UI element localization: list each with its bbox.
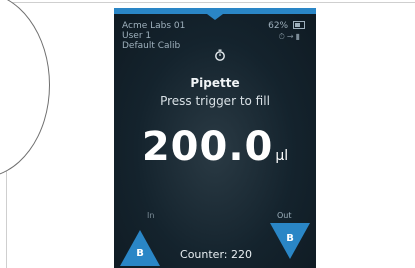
- battery-status: 62%: [268, 20, 305, 31]
- adjustment-dial[interactable]: [0, 0, 50, 178]
- user-name: User 1: [122, 31, 152, 41]
- counter-text: Counter: 220: [180, 248, 252, 261]
- in-label: In: [147, 211, 155, 220]
- mode-title: Pipette: [190, 76, 240, 90]
- volume-unit: µl: [275, 148, 289, 164]
- battery-icon: [293, 20, 305, 29]
- out-button-letter: B: [286, 233, 294, 244]
- out-button[interactable]: B: [268, 221, 312, 261]
- volume-value: 200.0: [141, 124, 274, 170]
- battery-percent: 62%: [268, 21, 289, 31]
- instruction-text: Press trigger to fill: [160, 94, 270, 108]
- lab-name: Acme Labs 01: [122, 21, 186, 31]
- screen-top-notch: [207, 14, 223, 20]
- in-button[interactable]: B: [118, 228, 162, 268]
- status-icons: ⏱→▮: [278, 32, 302, 41]
- volume-display: 200.0 µl: [114, 124, 316, 170]
- out-label: Out: [277, 211, 292, 220]
- in-button-letter: B: [136, 248, 144, 259]
- pipette-screen: Acme Labs 01 User 1 Default Calib 62% ⏱→…: [114, 8, 316, 268]
- device-view: Acme Labs 01 User 1 Default Calib 62% ⏱→…: [0, 0, 415, 268]
- stopwatch-icon: [215, 49, 225, 61]
- calibration-name: Default Calib: [122, 41, 181, 51]
- top-divider: [0, 2, 415, 3]
